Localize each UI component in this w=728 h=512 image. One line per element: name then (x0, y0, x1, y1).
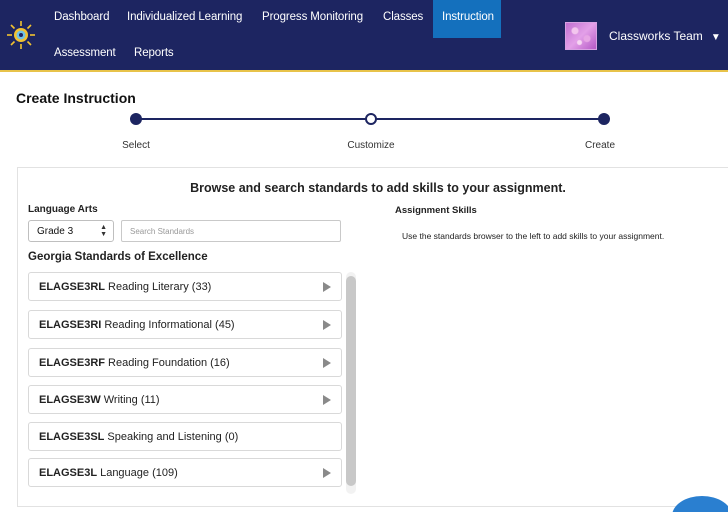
standard-code: ELAGSE3L (39, 466, 98, 479)
search-standards-input[interactable] (121, 220, 341, 242)
standard-item-w[interactable]: ELAGSE3W Writing (11) (28, 385, 342, 414)
standard-item-ri[interactable]: ELAGSE3RI Reading Informational (45) (28, 310, 342, 339)
standard-item-rl[interactable]: ELAGSE3RL Reading Literary (33) (28, 272, 342, 301)
step-select-dot (130, 113, 142, 125)
select-arrows-icon: ▲ ▼ (100, 224, 107, 238)
expand-arrow-icon[interactable] (323, 358, 331, 368)
framework-title: Georgia Standards of Excellence (28, 251, 208, 263)
step-create-dot (598, 113, 610, 125)
standard-name: Speaking and Listening (0) (107, 430, 239, 443)
standard-code: ELAGSE3RI (39, 318, 102, 331)
standard-code: ELAGSE3SL (39, 430, 105, 443)
assignment-skills-title: Assignment Skills (395, 205, 477, 216)
assignment-skills-hint: Use the standards browser to the left to… (402, 231, 665, 241)
nav-instruction[interactable]: Instruction (442, 11, 494, 23)
browse-heading: Browse and search standards to add skill… (190, 181, 566, 195)
user-name: Classworks Team (609, 29, 703, 43)
sun-logo-icon[interactable] (6, 20, 36, 50)
standard-name: Language (109) (100, 466, 178, 479)
nav-dashboard[interactable]: Dashboard (54, 11, 109, 23)
expand-arrow-icon[interactable] (323, 282, 331, 292)
nav-classes[interactable]: Classes (383, 11, 423, 23)
grade-select-value: Grade 3 (37, 226, 74, 237)
step-customize-dot (365, 113, 377, 125)
nav-assessment[interactable]: Assessment (54, 47, 116, 59)
nav-reports[interactable]: Reports (134, 47, 174, 59)
standard-code: ELAGSE3W (39, 393, 101, 406)
standard-item-sl[interactable]: ELAGSE3SL Speaking and Listening (0) (28, 422, 342, 451)
avatar (565, 22, 597, 50)
nav-individualized-learning[interactable]: Individualized Learning (127, 11, 242, 23)
grade-select[interactable]: Grade 3 ▲ ▼ (28, 220, 114, 242)
scrollbar-thumb[interactable] (346, 276, 356, 486)
standard-item-l[interactable]: ELAGSE3L Language (109) (28, 458, 342, 487)
standard-item-rf[interactable]: ELAGSE3RF Reading Foundation (16) (28, 348, 342, 377)
top-navigation: Dashboard Individualized Learning Progre… (0, 0, 728, 72)
page-title: Create Instruction (16, 90, 136, 106)
nav-progress-monitoring[interactable]: Progress Monitoring (262, 11, 363, 23)
standard-code: ELAGSE3RL (39, 280, 106, 293)
caret-down-icon: ▼ (710, 31, 721, 43)
expand-arrow-icon[interactable] (323, 320, 331, 330)
standard-name: Reading Foundation (16) (108, 356, 230, 369)
step-customize-label: Customize (347, 140, 395, 151)
standard-name: Reading Informational (45) (104, 318, 235, 331)
step-select-label: Select (122, 140, 150, 151)
standard-name: Reading Literary (33) (108, 280, 212, 293)
expand-arrow-icon[interactable] (323, 468, 331, 478)
standard-name: Writing (11) (103, 393, 160, 406)
user-menu[interactable]: Classworks Team ▼ (565, 21, 721, 51)
subject-label: Language Arts (28, 204, 98, 215)
expand-arrow-icon[interactable] (323, 395, 331, 405)
standard-code: ELAGSE3RF (39, 356, 106, 369)
step-create-label: Create (584, 140, 616, 151)
